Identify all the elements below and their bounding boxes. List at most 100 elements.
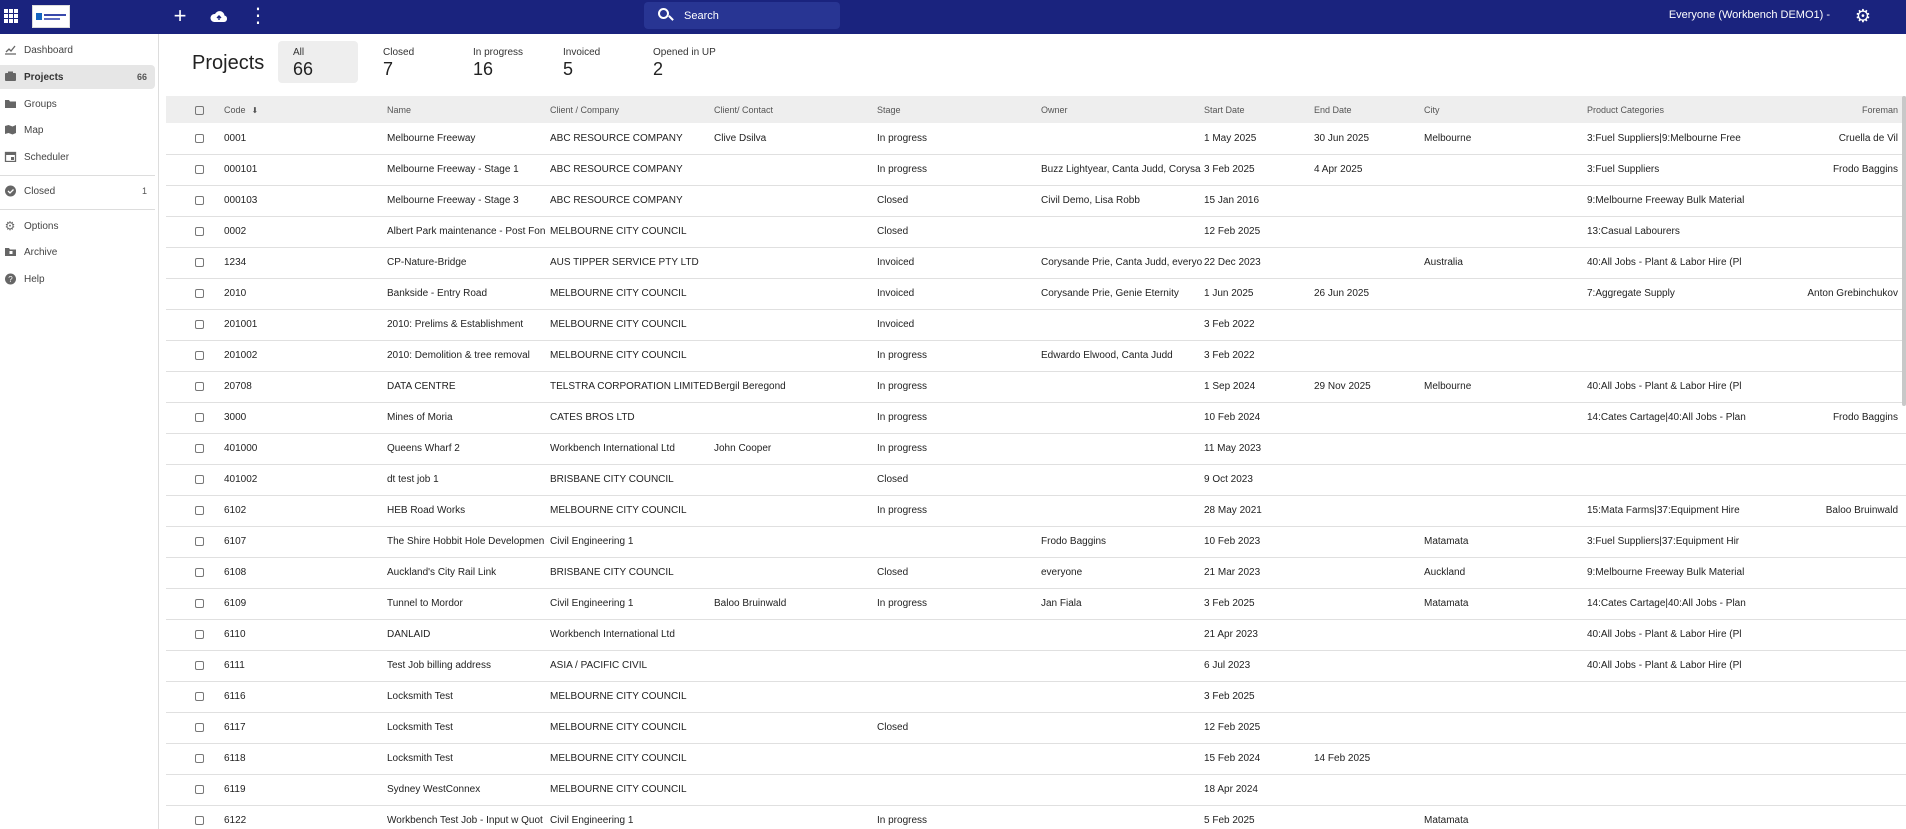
sidebar-item-archive[interactable]: Archive	[0, 240, 155, 264]
table-row[interactable]: 401000 Queens Wharf 2 Workbench Internatio…	[166, 433, 1906, 465]
table-row[interactable]: 1234 CP-Nature-Bridge AUS TIPPER SERVICE P…	[166, 247, 1906, 279]
cell-name: Workbench Test Job - Input w Quot	[387, 805, 550, 829]
column-header-end-date[interactable]: End Date	[1314, 96, 1424, 123]
row-checkbox[interactable]	[195, 412, 204, 422]
table-row[interactable]: 2010 Bankside - Entry Road MELBOURNE CITY …	[166, 278, 1906, 310]
row-checkbox[interactable]	[195, 288, 204, 298]
plus-icon[interactable]: +	[169, 5, 191, 28]
tab-closed[interactable]: Closed 7	[368, 41, 448, 83]
row-checkbox[interactable]	[195, 629, 204, 639]
sidebar-item-groups[interactable]: Groups	[0, 92, 155, 116]
gear-icon[interactable]: ⚙	[1855, 6, 1871, 26]
row-checkbox[interactable]	[195, 257, 204, 267]
cell-end-date: 30 Jun 2025	[1314, 123, 1424, 155]
select-all-checkbox[interactable]	[195, 105, 204, 115]
cell-end-date	[1314, 495, 1424, 527]
row-checkbox[interactable]	[195, 691, 204, 701]
column-header-name[interactable]: Name	[387, 96, 550, 123]
sidebar-item-projects[interactable]: Projects 66	[0, 65, 155, 89]
company-logo[interactable]	[32, 5, 70, 28]
cell-client-contact	[714, 557, 877, 589]
column-header-stage[interactable]: Stage	[877, 96, 1041, 123]
sidebar-item-options[interactable]: ⚙ Options	[0, 214, 155, 238]
table-row[interactable]: 000103 Melbourne Freeway - Stage 3 ABC RES…	[166, 185, 1906, 217]
row-select-cell	[166, 619, 224, 651]
row-select-cell	[166, 216, 224, 248]
column-header-code[interactable]: Code ⬇	[224, 96, 387, 123]
sidebar-item-scheduler[interactable]: Scheduler	[0, 145, 155, 169]
sidebar-item-help[interactable]: ? Help	[0, 267, 155, 291]
column-header-client-contact[interactable]: Client/ Contact	[714, 96, 877, 123]
row-checkbox[interactable]	[195, 815, 204, 825]
column-header-client-company[interactable]: Client / Company	[550, 96, 714, 123]
table-row[interactable]: 6117 Locksmith Test MELBOURNE CITY COUNCIL…	[166, 712, 1906, 744]
table-row[interactable]: 6118 Locksmith Test MELBOURNE CITY COUNCIL…	[166, 743, 1906, 775]
row-checkbox[interactable]	[195, 381, 204, 391]
row-checkbox[interactable]	[195, 598, 204, 608]
cell-start-date: 10 Feb 2023	[1204, 526, 1314, 558]
tab-in-progress[interactable]: In progress 16	[458, 41, 538, 83]
cell-code: 0002	[224, 216, 387, 248]
sidebar-item-closed[interactable]: Closed 1	[0, 179, 155, 203]
sort-arrow-icon[interactable]: ⬇	[252, 106, 259, 115]
row-checkbox[interactable]	[195, 722, 204, 732]
table-row[interactable]: 6110 DANLAID Workbench International Ltd 21…	[166, 619, 1906, 651]
cell-end-date	[1314, 557, 1424, 589]
cell-start-date: 12 Feb 2025	[1204, 712, 1314, 744]
table-row[interactable]: 6111 Test Job billing address ASIA / PACIF…	[166, 650, 1906, 682]
sidebar-item-dashboard[interactable]: Dashboard	[0, 38, 155, 62]
column-header-city[interactable]: City	[1424, 96, 1587, 123]
cell-end-date: 4 Apr 2025	[1314, 154, 1424, 186]
table-row[interactable]: 6119 Sydney WestConnex MELBOURNE CITY COUN…	[166, 774, 1906, 806]
table-row[interactable]: 201001 2010: Prelims & Establishment MELBO…	[166, 309, 1906, 341]
search-box[interactable]	[644, 2, 840, 29]
row-checkbox[interactable]	[195, 226, 204, 236]
table-row[interactable]: 6108 Auckland's City Rail Link BRISBANE CI…	[166, 557, 1906, 589]
row-checkbox[interactable]	[195, 660, 204, 670]
cloud-upload-icon[interactable]	[208, 8, 230, 30]
table-row[interactable]: 20708 DATA CENTRE TELSTRA CORPORATION LIMI…	[166, 371, 1906, 403]
user-scope-selector[interactable]: Everyone (Workbench DEMO1) -	[1669, 9, 1830, 21]
search-input[interactable]	[684, 9, 824, 22]
table-row[interactable]: 401002 dt test job 1 BRISBANE CITY COUNCIL…	[166, 464, 1906, 496]
table-row[interactable]: 6109 Tunnel to Mordor Civil Engineering 1B…	[166, 588, 1906, 620]
table-row[interactable]: 6122 Workbench Test Job - Input w Quot Civ…	[166, 805, 1906, 829]
cell-stage	[877, 619, 1041, 651]
table-row[interactable]: 6107 The Shire Hobbit Hole Developmen Civi…	[166, 526, 1906, 558]
column-header-owner[interactable]: Owner	[1041, 96, 1204, 123]
row-checkbox[interactable]	[195, 505, 204, 515]
column-header-start-date[interactable]: Start Date	[1204, 96, 1314, 123]
table-row[interactable]: 3000 Mines of Moria CATES BROS LTD In progr…	[166, 402, 1906, 434]
row-checkbox[interactable]	[195, 474, 204, 484]
table-row[interactable]: 6102 HEB Road Works MELBOURNE CITY COUNCIL…	[166, 495, 1906, 527]
column-header-foreman[interactable]: Foreman	[1750, 96, 1906, 123]
tab-opened-in-up[interactable]: Opened in UP 2	[638, 41, 738, 83]
table-row[interactable]: 000101 Melbourne Freeway - Stage 1 ABC RES…	[166, 154, 1906, 186]
tab-invoiced[interactable]: Invoiced 5	[548, 41, 628, 83]
column-header-product-categories[interactable]: Product Categories	[1587, 96, 1750, 123]
table-row[interactable]: 201002 2010: Demolition & tree removal MEL…	[166, 340, 1906, 372]
row-checkbox[interactable]	[195, 164, 204, 174]
row-checkbox[interactable]	[195, 350, 204, 360]
row-checkbox[interactable]	[195, 753, 204, 763]
row-checkbox[interactable]	[195, 567, 204, 577]
table-row[interactable]: 0002 Albert Park maintenance - Post Fon ME…	[166, 216, 1906, 248]
row-checkbox[interactable]	[195, 195, 204, 205]
row-checkbox[interactable]	[195, 133, 204, 143]
search-icon[interactable]	[658, 7, 674, 24]
cell-name: dt test job 1	[387, 464, 550, 496]
table-row[interactable]: 6116 Locksmith Test MELBOURNE CITY COUNCIL…	[166, 681, 1906, 713]
vertical-scrollbar[interactable]	[1902, 96, 1906, 406]
table-row[interactable]: 0001 Melbourne Freeway ABC RESOURCE COMPAN…	[166, 123, 1906, 155]
table-header-row: Code ⬇ Name Client / Company Client/ Cont…	[166, 96, 1906, 123]
row-checkbox[interactable]	[195, 784, 204, 794]
row-checkbox[interactable]	[195, 536, 204, 546]
tab-all[interactable]: All 66	[278, 41, 358, 83]
apps-icon[interactable]	[4, 9, 18, 23]
sidebar-item-map[interactable]: Map	[0, 118, 155, 142]
more-vert-icon[interactable]: ⋮	[247, 6, 269, 28]
row-checkbox[interactable]	[195, 443, 204, 453]
cell-client-company: MELBOURNE CITY COUNCIL	[550, 278, 714, 310]
select-all-cell	[166, 96, 224, 123]
row-checkbox[interactable]	[195, 319, 204, 329]
